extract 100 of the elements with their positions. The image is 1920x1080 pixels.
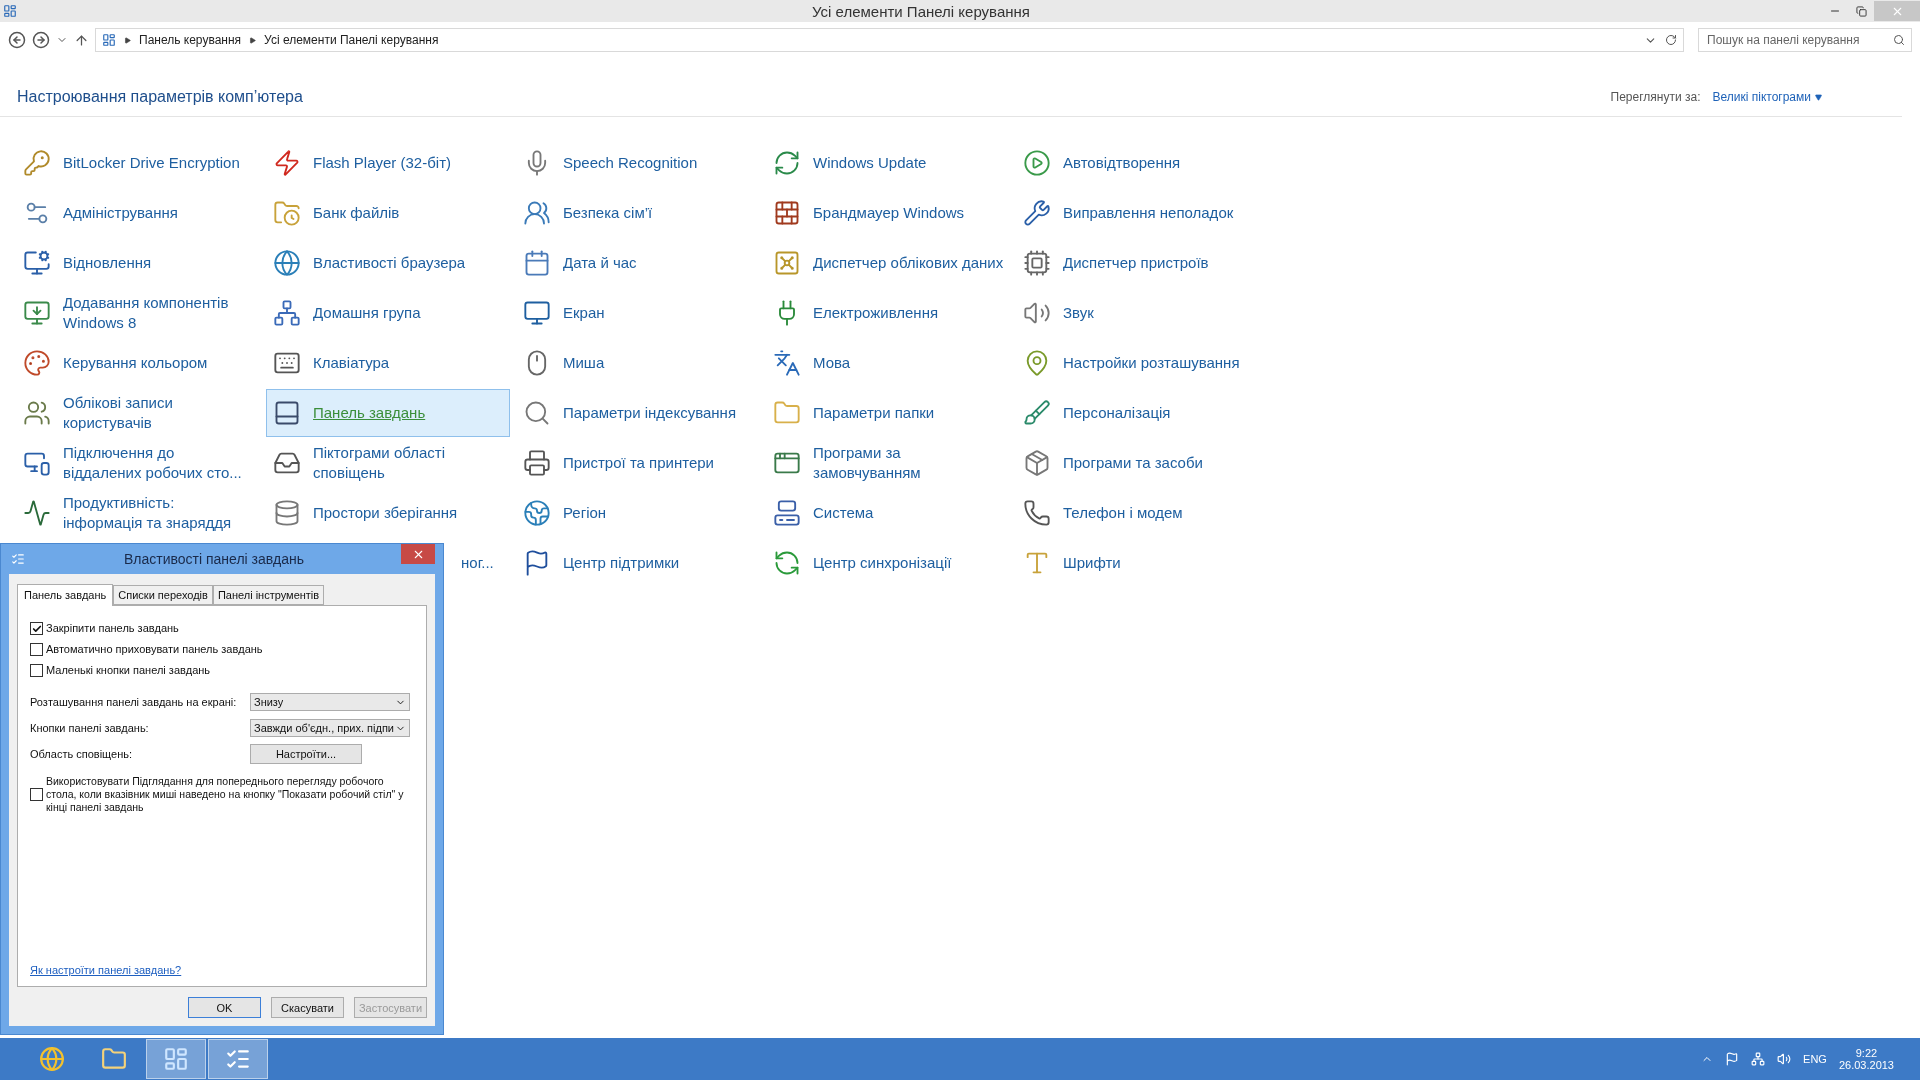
dialog-title: Властивості панелі завдань	[122, 551, 306, 567]
refresh-icon[interactable]	[1665, 34, 1677, 46]
window-title: Усі елементи Панелі керування	[811, 2, 1031, 20]
network-icon[interactable]	[1751, 1052, 1766, 1066]
dropdown[interactable]: Знизу	[250, 693, 410, 711]
control-panel-item[interactable]: Параметри папки	[766, 389, 1010, 437]
tab[interactable]: Панелі інструментів	[212, 585, 325, 605]
control-panel-item[interactable]: Диспетчер облікових даних	[766, 239, 1010, 287]
page-heading: Настроювання параметрів комп’ютера	[17, 88, 303, 106]
flag-icon[interactable]	[1725, 1052, 1740, 1066]
control-panel-item[interactable]: Виправлення неполадок	[1016, 189, 1260, 237]
control-panel-item[interactable]: Дата й час	[516, 239, 760, 287]
control-panel-item[interactable]: Миша	[516, 339, 760, 387]
tab[interactable]: Списки переходів	[113, 585, 213, 605]
printer-icon	[521, 447, 553, 479]
palette-icon	[21, 347, 53, 379]
checkbox[interactable]	[30, 664, 43, 677]
view-label: Переглянути за:	[1610, 90, 1701, 104]
search-icon	[1893, 34, 1905, 46]
control-panel-item[interactable]: Центр синхронізації	[766, 539, 1010, 587]
close-button[interactable]	[401, 544, 435, 564]
control-panel-item[interactable]: Клавіатура	[266, 339, 510, 387]
autoplay-icon	[1021, 147, 1053, 179]
checkbox[interactable]	[30, 622, 43, 635]
taskbar-app[interactable]	[208, 1039, 268, 1079]
globe-icon	[521, 497, 553, 529]
customize-button[interactable]: Настроїти...	[250, 744, 362, 764]
control-panel-item[interactable]: Брандмауер Windows	[766, 189, 1010, 237]
breadcrumb[interactable]: Усі елементи Панелі керування	[264, 33, 439, 47]
caret-icon	[1815, 93, 1822, 101]
computer-icon	[771, 497, 803, 529]
control-panel-item[interactable]: Автовідтворення	[1016, 139, 1260, 187]
control-panel-item[interactable]: Простори зберігання	[266, 489, 510, 537]
key-icon	[21, 147, 53, 179]
control-panel-item[interactable]: Банк файлів	[266, 189, 510, 237]
control-panel-item[interactable]: Шрифти	[1016, 539, 1260, 587]
checkbox-label: Закріпити панель завдань	[46, 622, 179, 635]
control-panel-icon	[163, 1046, 189, 1072]
control-panel-item[interactable]: Диспетчер пристроїв	[1016, 239, 1260, 287]
control-panel-item[interactable]: Керування кольором	[16, 339, 260, 387]
chevron-icon	[249, 36, 257, 44]
control-panel-item[interactable]: Екран	[516, 289, 760, 337]
phone-icon	[1021, 497, 1053, 529]
control-panel-item[interactable]: BitLocker Drive Encryption	[16, 139, 260, 187]
network-icon	[271, 297, 303, 329]
tab[interactable]: Панель завдань	[17, 584, 114, 606]
back-icon[interactable]	[8, 31, 26, 49]
field-label: Розташування панелі завдань на екрані:	[30, 696, 238, 708]
control-panel-item[interactable]: Настройки розташування	[1016, 339, 1260, 387]
control-panel-item[interactable]: Звук	[1016, 289, 1260, 337]
control-panel-item[interactable]: Пристрої та принтери	[516, 439, 760, 487]
checkbox[interactable]	[30, 788, 43, 801]
view-dropdown[interactable]: Великі піктограми	[1712, 90, 1822, 104]
volume-icon[interactable]	[1777, 1052, 1792, 1066]
search-field[interactable]: Пошук на панелі керування	[1698, 28, 1912, 52]
folder-icon	[101, 1046, 127, 1072]
control-panel-item[interactable]: Безпека сім’ї	[516, 189, 760, 237]
selected-item[interactable]: Панель завдань	[266, 389, 510, 437]
globe-icon	[271, 247, 303, 279]
control-panel-item[interactable]: Програми за замовчуванням	[766, 439, 1010, 487]
control-panel-item[interactable]: Програми та засоби	[1016, 439, 1260, 487]
control-panel-item[interactable]: Speech Recognition	[516, 139, 760, 187]
control-panel-item[interactable]: Телефон і модем	[1016, 489, 1260, 537]
checkbox-label: Автоматично приховувати панель завдань	[46, 643, 263, 656]
clock-time[interactable]: 9:22	[1855, 1047, 1878, 1059]
dialog-button[interactable]: OK	[188, 997, 261, 1018]
control-panel-item[interactable]: Параметри індексування	[516, 389, 760, 437]
dropdown[interactable]: Завжди об'єдн., прих. підпи	[250, 719, 410, 737]
control-panel-item[interactable]: Електроживлення	[766, 289, 1010, 337]
control-panel-item[interactable]: Облікові записи користувачів	[16, 389, 260, 437]
control-panel-item[interactable]: Flash Player (32-біт)	[266, 139, 510, 187]
control-panel-item[interactable]: Windows Update	[766, 139, 1010, 187]
address-field[interactable]: Панель керування Усі елементи Панелі керування	[95, 28, 1684, 52]
clock-date[interactable]: 26.03.2013	[1838, 1059, 1894, 1071]
restore-icon	[1855, 5, 1867, 17]
help-link[interactable]: Як настроїти панелі завдань?	[30, 964, 416, 976]
control-panel-item[interactable]: Відновлення	[16, 239, 260, 287]
dialog-button[interactable]: Скасувати	[271, 997, 344, 1018]
control-panel-item[interactable]: Адміністрування	[16, 189, 260, 237]
forward-icon[interactable]	[32, 31, 50, 49]
control-panel-item[interactable]: Мова	[766, 339, 1010, 387]
browser-icon	[39, 1046, 65, 1072]
language-indicator[interactable]: ENG	[1803, 1053, 1827, 1065]
field-label: Область сповіщень:	[30, 748, 133, 760]
breadcrumb[interactable]: Панель керування	[139, 33, 242, 47]
control-panel-item[interactable]: Регіон	[516, 489, 760, 537]
checkbox-label: Використовувати Підглядання для попереднього перегляду робочого стола, коли вказівник миші наведено на кнопку "Показати робочий стіл" у кінці панелі завдань	[46, 775, 405, 814]
control-panel-item[interactable]: Система	[766, 489, 1010, 537]
control-panel-item[interactable]: Піктограми області сповіщень	[266, 439, 510, 487]
field-label: Кнопки панелі завдань:	[30, 722, 150, 734]
control-panel-item[interactable]: Персоналізація	[1016, 389, 1260, 437]
control-panel-item[interactable]: Додавання компонентів Windows 8	[16, 289, 260, 337]
control-panel-item[interactable]: Властивості браузера	[266, 239, 510, 287]
control-panel-item[interactable]: Підключення до віддалених робочих сто...	[16, 439, 260, 487]
control-panel-icon	[102, 33, 116, 47]
control-panel-item[interactable]: Домашня група	[266, 289, 510, 337]
control-panel-item[interactable]: Продуктивність: інформація та знаряддя	[16, 489, 260, 537]
control-panel-item[interactable]: Центр підтримки	[516, 539, 760, 587]
chevron-icon	[124, 36, 131, 44]
checkbox[interactable]	[30, 643, 43, 656]
